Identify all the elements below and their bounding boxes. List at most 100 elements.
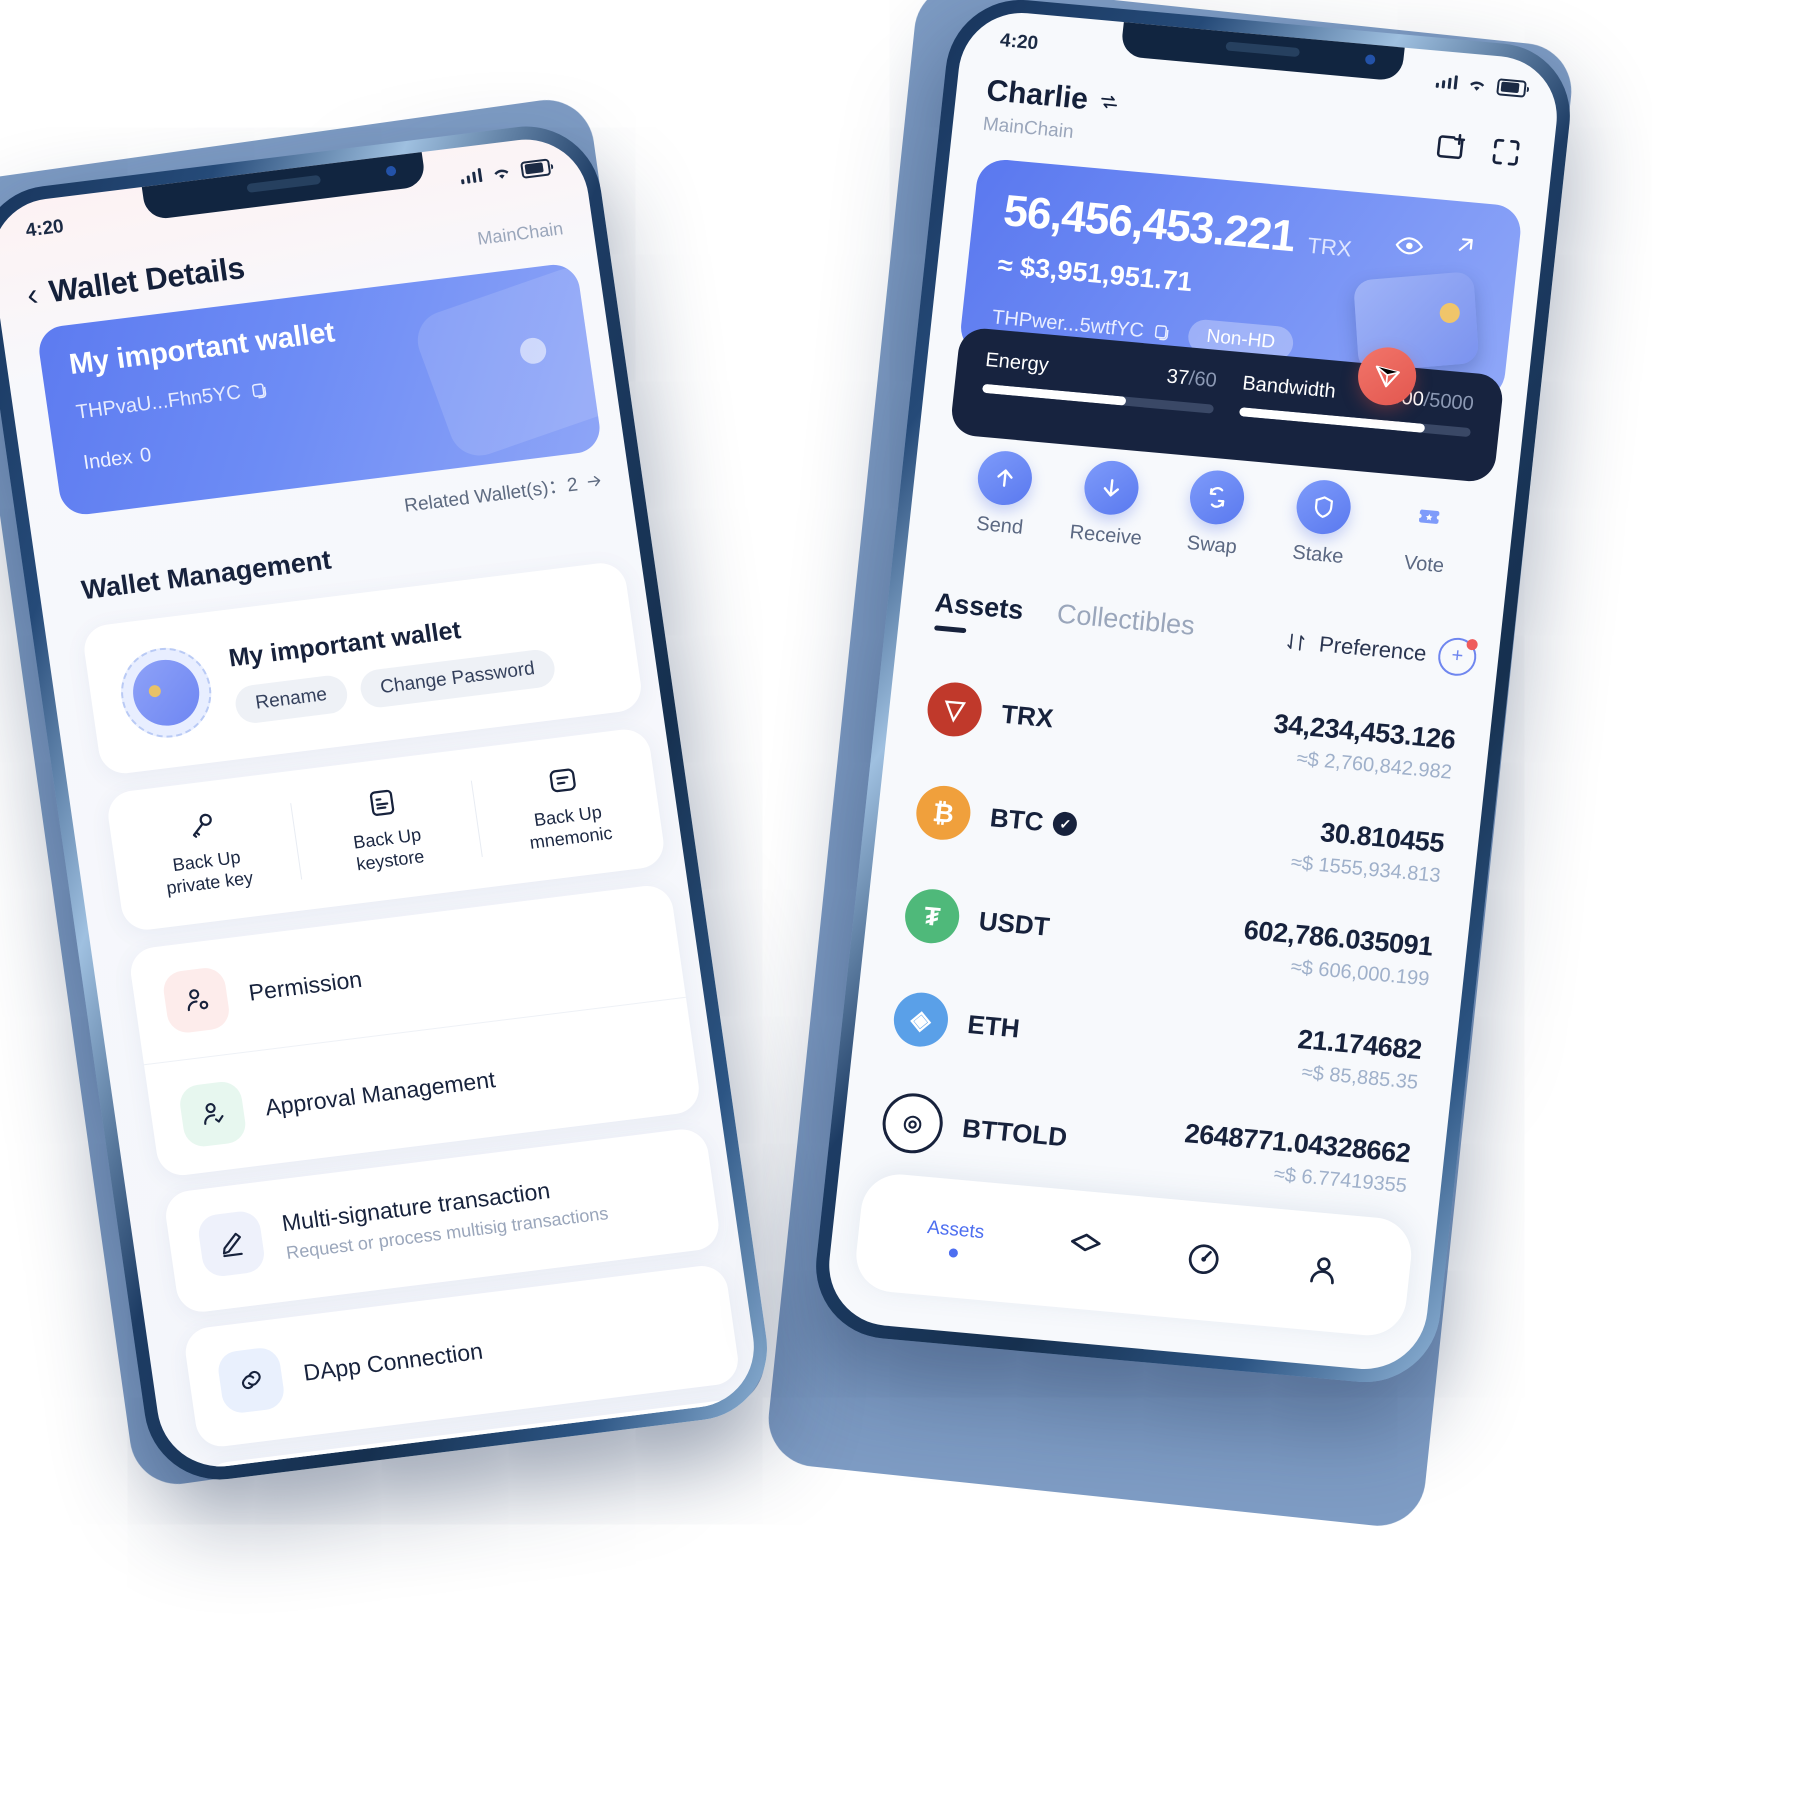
quick-action-label: Send bbox=[975, 512, 1025, 539]
status-indicators bbox=[1435, 72, 1527, 98]
notification-dot bbox=[1466, 638, 1479, 651]
asset-values: 21.174682 ≈$ 85,885.35 bbox=[1293, 1024, 1423, 1095]
tron-icon bbox=[1375, 365, 1400, 388]
backup-private-key-button[interactable]: Back Up private key bbox=[107, 789, 303, 915]
eye-icon[interactable] bbox=[1393, 230, 1426, 263]
status-time: 4:20 bbox=[24, 216, 66, 242]
bttold-coin-icon: ◎ bbox=[879, 1090, 946, 1156]
btc-coin-icon: ₿ bbox=[913, 783, 974, 843]
asset-symbol: ETH bbox=[966, 1008, 1022, 1044]
account-name-row[interactable]: Charlie bbox=[985, 74, 1122, 120]
asset-identity: ◈ ETH bbox=[891, 990, 1022, 1055]
delete-wallet-button[interactable]: Delete wallet bbox=[407, 1463, 553, 1474]
menu-title: Approval Management bbox=[263, 1065, 497, 1120]
related-wallets-link[interactable]: Related Wallet(s)：2 bbox=[402, 466, 605, 518]
index-label: Index bbox=[82, 446, 134, 475]
asset-symbol: BTTOLD bbox=[960, 1112, 1069, 1152]
scan-qr-icon[interactable] bbox=[1487, 134, 1525, 171]
wifi-icon bbox=[1470, 81, 1485, 91]
asset-values: 34,234,453.126 ≈$ 2,760,842.982 bbox=[1269, 709, 1457, 785]
asset-usd: ≈$ 1555,934.813 bbox=[1289, 851, 1442, 888]
quick-action-vote[interactable]: Vote bbox=[1371, 485, 1484, 581]
asset-identity: ₿ BTC ✓ bbox=[913, 783, 1081, 852]
copy-icon[interactable] bbox=[1152, 322, 1174, 344]
asset-amount: 21.174682 bbox=[1296, 1023, 1424, 1066]
speaker-icon bbox=[246, 174, 322, 193]
pencil-icon bbox=[196, 1208, 267, 1278]
ticket-icon bbox=[1399, 487, 1459, 546]
tab-assets[interactable]: Assets bbox=[932, 587, 1024, 638]
arrow-up-icon bbox=[975, 448, 1035, 508]
tab-collectibles[interactable]: Collectibles bbox=[1054, 598, 1197, 653]
energy-label: Energy bbox=[984, 348, 1050, 377]
asset-values: 2648771.04328662 ≈$ 6.77419355 bbox=[1180, 1118, 1412, 1198]
preference-control[interactable]: Preference + bbox=[1283, 622, 1479, 677]
asset-symbol: BTC ✓ bbox=[989, 802, 1079, 841]
add-wallet-icon[interactable] bbox=[1431, 129, 1469, 166]
copy-icon[interactable] bbox=[248, 379, 271, 401]
quick-action-label: Receive bbox=[1068, 521, 1143, 550]
change-password-button[interactable]: Change Password bbox=[357, 647, 558, 709]
nav-item-profile[interactable] bbox=[1303, 1250, 1343, 1294]
battery-icon bbox=[520, 157, 552, 179]
approval-text: Approval Management bbox=[263, 1066, 497, 1121]
asset-values: 602,786.035091 ≈$ 606,000.199 bbox=[1239, 915, 1434, 992]
nav-label: Assets bbox=[926, 1217, 986, 1244]
quick-action-receive[interactable]: Receive bbox=[1053, 456, 1166, 552]
scene: 4:20 ‹ Wallet Details MainChain My impor… bbox=[0, 0, 1800, 1800]
quick-action-swap[interactable]: Swap bbox=[1159, 466, 1272, 562]
quick-action-label: Vote bbox=[1402, 551, 1446, 578]
signal-icon bbox=[459, 167, 483, 185]
nav-item-explore[interactable] bbox=[1184, 1239, 1224, 1283]
asset-usd: ≈$ 85,885.35 bbox=[1300, 1061, 1420, 1094]
chain-label: MainChain bbox=[476, 217, 565, 249]
multisig-text: Multi-signature transaction Request or p… bbox=[280, 1170, 609, 1264]
dapp-text: DApp Connection bbox=[302, 1338, 485, 1387]
asset-identity: ₮ USDT bbox=[902, 886, 1052, 954]
back-button[interactable]: ‹ bbox=[24, 276, 40, 313]
signal-icon bbox=[1435, 74, 1459, 90]
resource-energy[interactable]: Energy 37/60 bbox=[979, 348, 1218, 438]
wifi-icon bbox=[494, 169, 509, 179]
approval-user-check-icon bbox=[177, 1079, 248, 1149]
battery-icon bbox=[1496, 77, 1527, 98]
trx-coin-icon: ▽ bbox=[924, 680, 985, 739]
permission-text: Permission bbox=[247, 966, 364, 1007]
explore-icon bbox=[1189, 1243, 1219, 1274]
quick-action-label: Stake bbox=[1291, 541, 1345, 569]
backup-keystore-button[interactable]: Back Up keystore bbox=[288, 766, 484, 892]
arrow-up-right-icon[interactable] bbox=[1451, 231, 1480, 259]
index-value: 0 bbox=[138, 443, 153, 468]
quick-action-stake[interactable]: Stake bbox=[1265, 476, 1378, 572]
quick-action-send[interactable]: Send bbox=[947, 447, 1060, 543]
arrow-down-icon bbox=[1081, 458, 1141, 518]
balance-amount: 56,456,453.221 bbox=[1001, 186, 1298, 262]
wallet-avatar-icon[interactable] bbox=[115, 642, 218, 743]
usdt-coin-icon: ₮ bbox=[902, 886, 962, 946]
shield-icon bbox=[1293, 477, 1353, 537]
account-name: Charlie bbox=[984, 74, 1090, 117]
screen-wallet-home: 4:20 Charlie MainChain 56,456,453.221 TR… bbox=[822, 7, 1564, 1375]
status-indicators bbox=[459, 157, 552, 186]
add-token-icon[interactable]: + bbox=[1436, 635, 1479, 677]
rename-button[interactable]: Rename bbox=[233, 673, 350, 725]
energy-value: 37/60 bbox=[1165, 365, 1218, 392]
resource-bandwidth[interactable]: Bandwidth 4000/5000 bbox=[1236, 372, 1475, 461]
nav-item-layers[interactable] bbox=[1064, 1228, 1104, 1272]
asset-symbol: USDT bbox=[977, 905, 1052, 942]
status-time: 4:20 bbox=[998, 29, 1040, 55]
nav-item-assets[interactable]: Assets bbox=[924, 1217, 985, 1260]
asset-symbol: TRX bbox=[999, 698, 1055, 733]
backup-private-key-label: Back Up private key bbox=[165, 846, 255, 899]
switch-account-icon[interactable] bbox=[1097, 90, 1121, 114]
asset-amount: 30.810455 bbox=[1318, 817, 1446, 859]
backup-mnemonic-button[interactable]: Back Up mnemonic bbox=[469, 744, 665, 870]
permission-panel: Permission Approval Management bbox=[127, 882, 703, 1179]
front-camera-icon bbox=[1364, 54, 1376, 65]
asset-identity: ▽ TRX bbox=[924, 680, 1056, 745]
front-camera-icon bbox=[385, 165, 397, 177]
link-icon bbox=[215, 1345, 287, 1415]
account-block[interactable]: Charlie MainChain bbox=[982, 74, 1122, 148]
speaker-icon bbox=[1225, 41, 1301, 58]
chain-label: MainChain bbox=[981, 113, 1075, 143]
